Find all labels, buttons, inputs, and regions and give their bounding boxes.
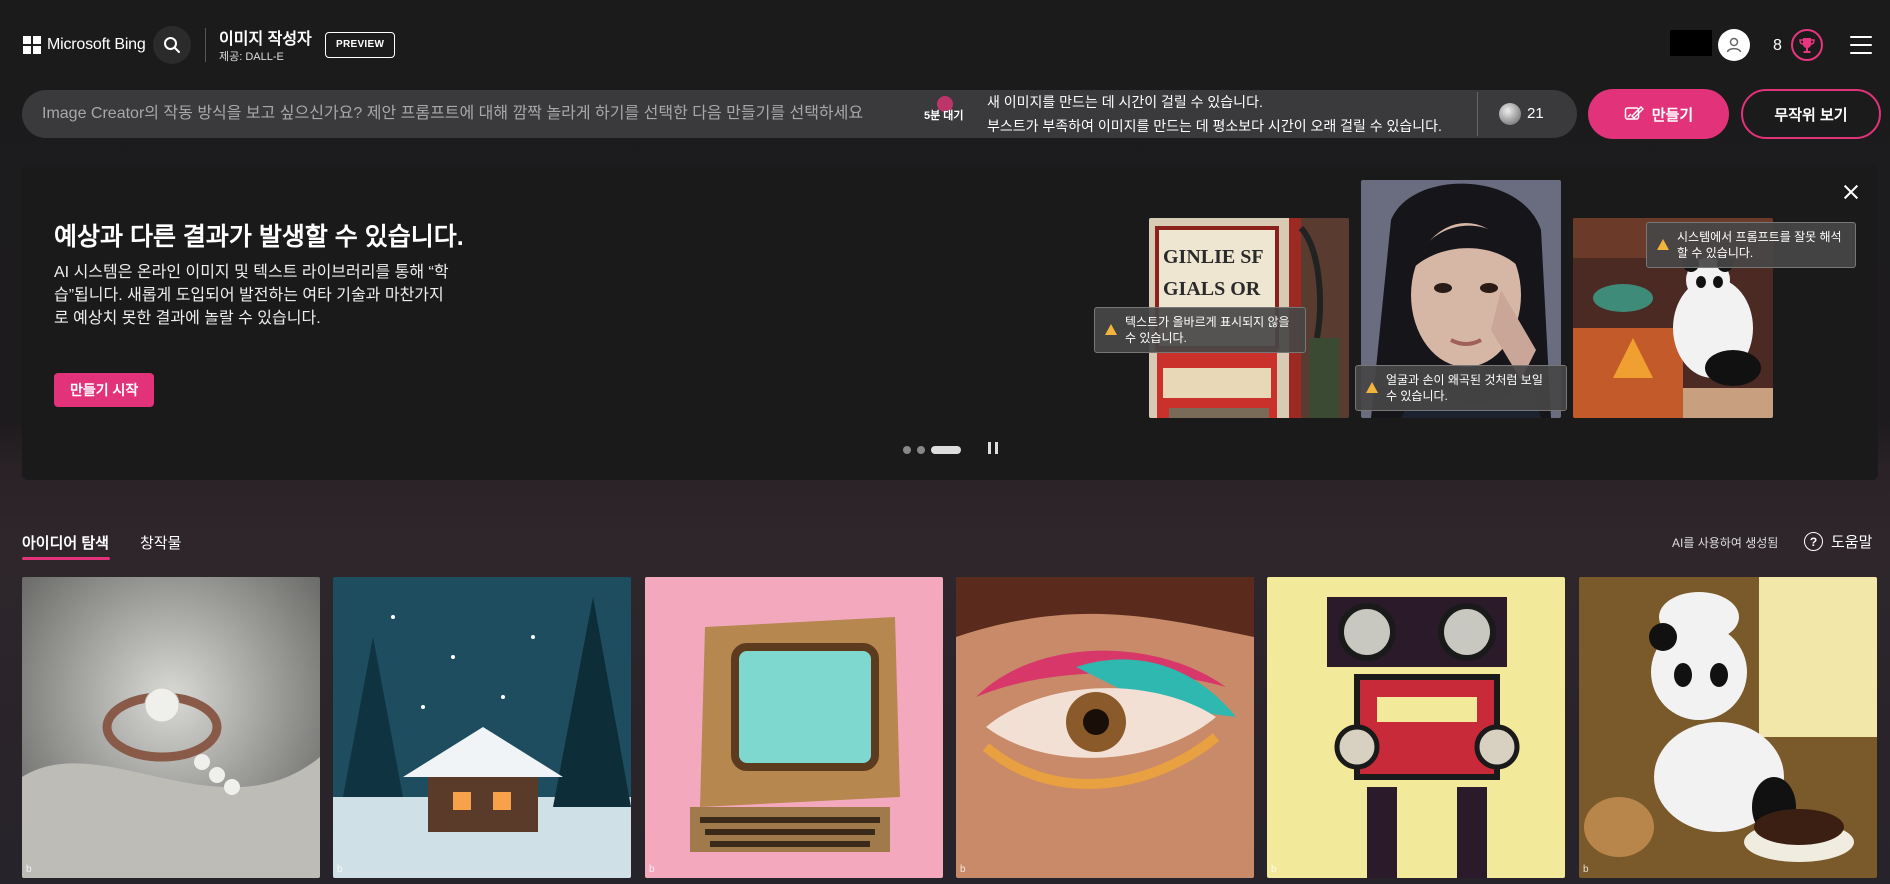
- banner-body: AI 시스템은 온라인 이미지 및 텍스트 라이브러리를 통해 “학습”됩니다.…: [54, 264, 449, 327]
- gallery-item-panda-chef[interactable]: b: [1579, 577, 1877, 878]
- carousel-dot[interactable]: [917, 446, 925, 454]
- create-brush-icon: [1624, 106, 1644, 120]
- wait-label: 5분 대기: [924, 110, 964, 122]
- top-header: Microsoft Bing 이미지 작성자 제공: DALL-E PREVIE…: [0, 0, 1890, 90]
- bing-mark: b: [1271, 864, 1277, 875]
- redacted-name[interactable]: [1670, 30, 1712, 56]
- bing-mark: b: [649, 864, 655, 875]
- gallery-item-retro-robot[interactable]: b: [1267, 577, 1565, 878]
- user-icon: [1726, 37, 1742, 53]
- boost-coin-icon[interactable]: [1499, 103, 1521, 125]
- slow-creation-notice: 새 이미지를 만드는 데 시간이 걸릴 수 있습니다. 부스트가 부족하여 이미…: [987, 90, 1497, 138]
- help-label: 도움말: [1831, 534, 1873, 551]
- bing-mark: b: [26, 864, 32, 875]
- warning-face-hands: 얼굴과 손이 왜곡된 것처럼 보일 수 있습니다.: [1355, 365, 1567, 411]
- preview-badge: PREVIEW: [325, 32, 396, 58]
- warning-prompt-misread: 시스템에서 프롬프트를 잘못 해석할 수 있습니다.: [1646, 222, 1856, 268]
- gallery-item-snowy-cabin[interactable]: b: [333, 577, 631, 878]
- boost-count[interactable]: 21: [1527, 105, 1544, 122]
- notice-line-2: 부스트가 부족하여 이미지를 만드는 데 평소보다 시간이 오래 걸릴 수 있습…: [987, 118, 1442, 134]
- warning-icon: [1657, 239, 1669, 250]
- carousel-dot[interactable]: [903, 446, 911, 454]
- random-view-button[interactable]: 무작위 보기: [1741, 89, 1881, 139]
- notice-line-1: 새 이미지를 만드는 데 시간이 걸릴 수 있습니다.: [987, 94, 1263, 110]
- warning-icon: [1366, 382, 1378, 393]
- prompt-divider: [1477, 92, 1478, 136]
- warning-text-display-label: 텍스트가 올바르게 표시되지 않을 수 있습니다.: [1125, 315, 1290, 345]
- warning-face-hands-label: 얼굴과 손이 왜곡된 것처럼 보일 수 있습니다.: [1386, 373, 1543, 403]
- carousel-dots: [903, 446, 961, 454]
- app-title[interactable]: 이미지 작성자: [219, 25, 312, 49]
- trophy-icon: [1799, 38, 1815, 53]
- start-creating-button[interactable]: 만들기 시작: [54, 373, 155, 407]
- header-divider: [205, 28, 206, 62]
- brand-name[interactable]: Microsoft Bing: [47, 36, 146, 54]
- unexpected-results-banner: 예상과 다른 결과가 발생할 수 있습니다. AI 시스템은 온라인 이미지 및…: [22, 165, 1878, 480]
- warning-icon: [1105, 324, 1117, 335]
- tab-creations[interactable]: 창작물: [140, 532, 181, 553]
- gallery-item-retro-computer[interactable]: b: [645, 577, 943, 878]
- create-button[interactable]: 만들기: [1588, 89, 1729, 139]
- pause-icon[interactable]: [988, 442, 998, 454]
- prompt-bar: 5분 대기 새 이미지를 만드는 데 시간이 걸릴 수 있습니다. 부스트가 부…: [22, 90, 1577, 138]
- rewards-button[interactable]: [1791, 29, 1823, 61]
- warning-prompt-misread-label: 시스템에서 프롬프트를 잘못 해석할 수 있습니다.: [1677, 230, 1842, 260]
- tab-explore-ideas[interactable]: 아이디어 탐색: [22, 532, 109, 553]
- bing-mark: b: [1583, 864, 1589, 875]
- search-icon: [164, 37, 180, 53]
- active-tab-indicator: [22, 557, 110, 560]
- sign-text-line-2: GIALS OR: [1163, 278, 1261, 300]
- ai-generated-label: AI를 사용하여 생성됨: [1672, 536, 1779, 550]
- prompt-input[interactable]: [42, 90, 902, 138]
- bing-mark: b: [337, 864, 343, 875]
- microsoft-logo-icon[interactable]: [23, 36, 41, 54]
- app-subtitle: 제공: DALL-E: [219, 51, 284, 63]
- gallery-item-pearl-ring[interactable]: b: [22, 577, 320, 878]
- avatar[interactable]: [1718, 29, 1750, 61]
- sign-text-line-1: GINLIE SF: [1163, 246, 1264, 268]
- gallery-item-colorful-eye[interactable]: b: [956, 577, 1254, 878]
- menu-icon[interactable]: [1850, 36, 1872, 54]
- create-label: 만들기: [1651, 106, 1694, 124]
- rewards-count[interactable]: 8: [1773, 37, 1782, 55]
- idea-gallery: b b b b b b: [22, 577, 1882, 880]
- help-button[interactable]: ? 도움말: [1804, 531, 1872, 552]
- search-button[interactable]: [153, 26, 191, 64]
- carousel-dot-active[interactable]: [931, 446, 961, 454]
- warning-text-display: 텍스트가 올바르게 표시되지 않을 수 있습니다.: [1094, 307, 1306, 353]
- bing-mark: b: [960, 864, 966, 875]
- banner-title: 예상과 다른 결과가 발생할 수 있습니다.: [54, 223, 464, 251]
- help-icon: ?: [1804, 532, 1823, 551]
- close-icon[interactable]: [1840, 181, 1862, 203]
